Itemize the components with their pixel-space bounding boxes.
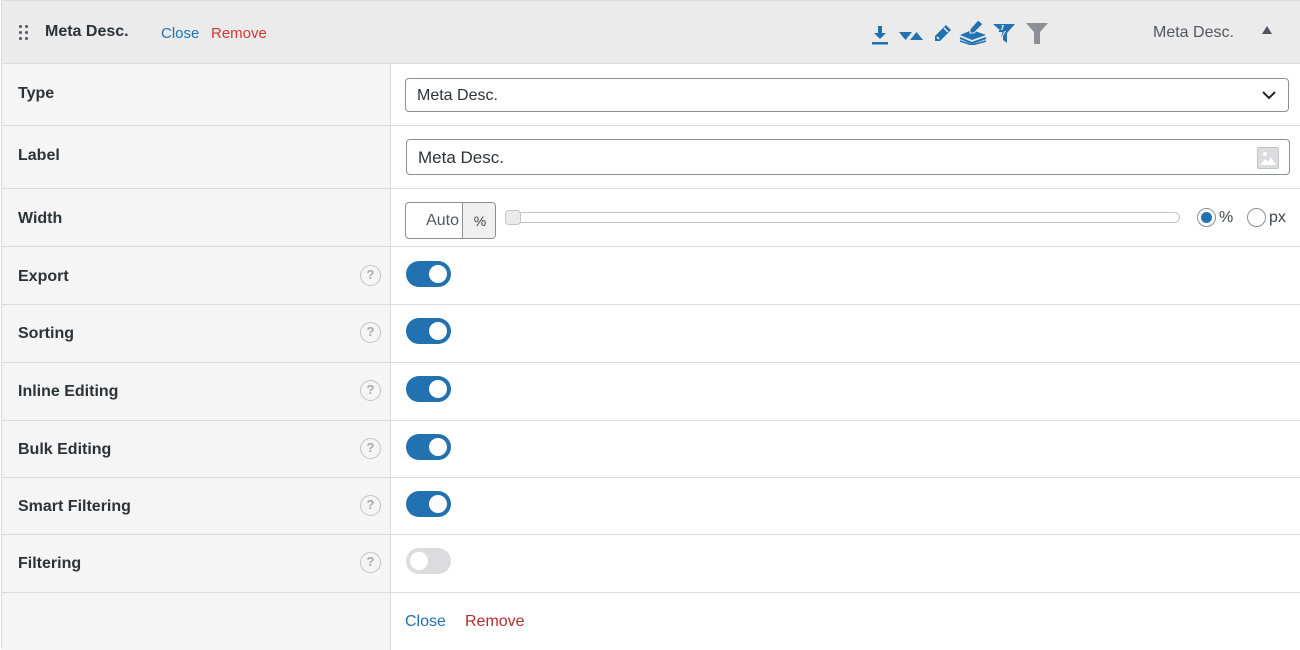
type-label: Type <box>18 85 55 102</box>
help-icon[interactable]: ? <box>360 380 381 401</box>
export-icon <box>870 23 890 47</box>
filter-icon <box>1025 21 1049 45</box>
unit-radio-px[interactable] <box>1247 208 1266 227</box>
help-icon[interactable]: ? <box>360 438 381 459</box>
sorting-row: Sorting ? <box>2 305 1300 363</box>
column-header[interactable]: Meta Desc. Close Remove Meta Desc. <box>2 1 1300 64</box>
sorting-label: Sorting <box>18 325 74 342</box>
inline-edit-icon <box>931 22 953 46</box>
type-row: Type Meta Desc. <box>2 64 1300 126</box>
bulk-editing-label: Bulk Editing <box>18 441 112 458</box>
unit-radio-percent-label: % <box>1219 209 1234 226</box>
width-slider[interactable] <box>505 210 1180 225</box>
type-select-value: Meta Desc. <box>417 87 498 104</box>
smart-filter-icon <box>992 21 1016 45</box>
width-unit-display: % <box>462 203 495 238</box>
width-label: Width <box>18 210 63 227</box>
bulk-editing-row: Bulk Editing ? <box>2 421 1300 478</box>
unit-radio-percent[interactable] <box>1197 208 1216 227</box>
help-icon[interactable]: ? <box>360 552 381 573</box>
sorting-toggle[interactable] <box>406 318 451 344</box>
label-row: Label Meta Desc. <box>2 126 1300 189</box>
smart-filtering-toggle[interactable] <box>406 491 451 517</box>
smart-filtering-label: Smart Filtering <box>18 498 131 515</box>
width-slider-handle[interactable] <box>505 210 521 225</box>
help-icon[interactable]: ? <box>360 265 381 286</box>
inline-editing-row: Inline Editing ? <box>2 363 1300 421</box>
width-value: Auto <box>426 212 459 229</box>
label-label: Label <box>18 147 60 164</box>
column-type-label: Meta Desc. <box>1153 24 1234 41</box>
bulk-editing-toggle[interactable] <box>406 434 451 460</box>
sorting-icon <box>898 23 924 47</box>
collapse-arrow-icon[interactable] <box>1262 26 1272 34</box>
filtering-row: Filtering ? <box>2 535 1300 593</box>
type-select[interactable]: Meta Desc. <box>405 78 1289 112</box>
column-settings-panel: Meta Desc. Close Remove Meta Desc. Type … <box>1 0 1300 650</box>
filtering-toggle[interactable] <box>406 548 451 574</box>
width-row: Width Auto % % px <box>2 189 1300 247</box>
footer-row: Close Remove <box>2 593 1300 650</box>
column-title: Meta Desc. <box>45 23 129 40</box>
width-input[interactable]: Auto % <box>405 202 496 239</box>
export-toggle[interactable] <box>406 261 451 287</box>
inline-editing-toggle[interactable] <box>406 376 451 402</box>
filtering-label: Filtering <box>18 555 82 572</box>
header-remove-link[interactable]: Remove <box>211 25 267 42</box>
unit-radio-px-label: px <box>1269 209 1286 226</box>
export-label: Export <box>18 268 69 285</box>
inline-editing-label: Inline Editing <box>18 383 119 400</box>
image-picker-icon[interactable] <box>1257 147 1279 169</box>
header-close-link[interactable]: Close <box>161 25 199 42</box>
label-input-value: Meta Desc. <box>418 148 504 167</box>
bulk-edit-icon <box>958 19 988 45</box>
export-row: Export ? <box>2 247 1300 305</box>
drag-handle-icon[interactable] <box>19 25 29 41</box>
help-icon[interactable]: ? <box>360 322 381 343</box>
label-input[interactable]: Meta Desc. <box>406 139 1290 175</box>
footer-remove-link[interactable]: Remove <box>465 613 525 631</box>
footer-close-link[interactable]: Close <box>405 613 446 631</box>
smart-filtering-row: Smart Filtering ? <box>2 478 1300 535</box>
help-icon[interactable]: ? <box>360 495 381 516</box>
chevron-down-icon <box>1262 91 1276 100</box>
